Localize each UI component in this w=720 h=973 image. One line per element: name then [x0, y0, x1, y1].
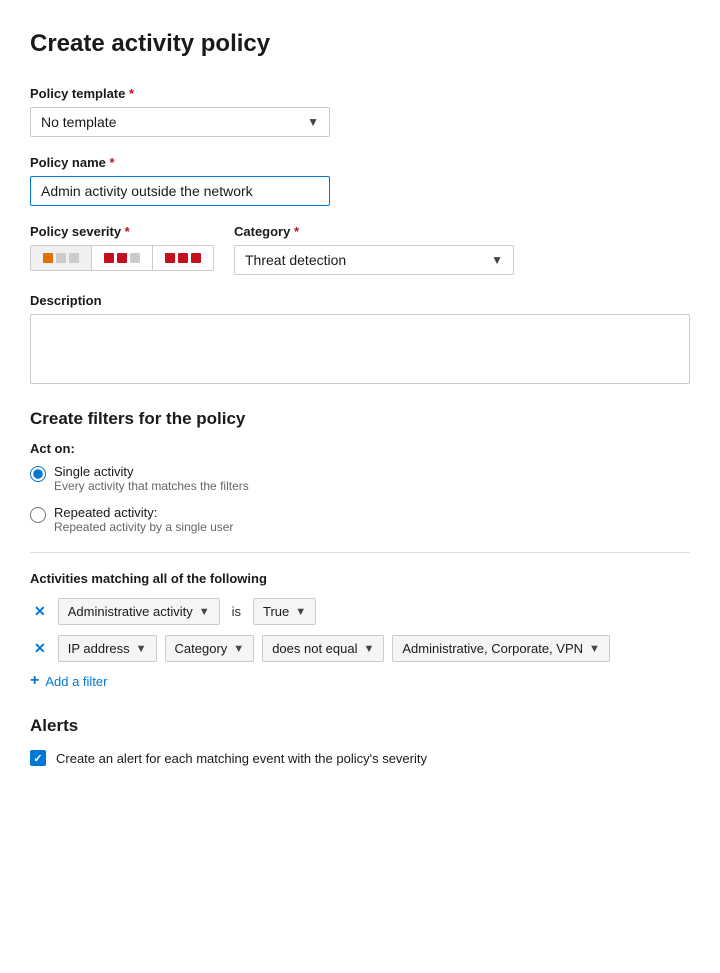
chevron-down-icon: ▼ — [307, 115, 319, 129]
ip-address-dropdown[interactable]: IP address ▼ — [58, 635, 157, 662]
repeated-activity-label: Repeated activity: — [54, 505, 233, 520]
matching-title: Activities matching all of the following — [30, 571, 690, 586]
policy-name-section: Policy name — [30, 155, 690, 206]
remove-filter-2-button[interactable]: ✕ — [30, 638, 50, 659]
policy-template-value: No template — [41, 114, 116, 130]
filter1-operator: is — [228, 599, 245, 624]
filters-title: Create filters for the policy — [30, 409, 690, 429]
chevron-down-icon: ▼ — [136, 643, 147, 655]
repeated-activity-radio[interactable] — [30, 507, 46, 523]
description-label: Description — [30, 293, 690, 308]
chevron-down-icon: ▼ — [363, 643, 374, 655]
chevron-down-icon: ▼ — [233, 643, 244, 655]
filter-row-1: ✕ Administrative activity ▼ is True ▼ — [30, 598, 690, 625]
page-title: Create activity policy — [30, 30, 690, 58]
category-filter-dropdown[interactable]: Category ▼ — [165, 635, 255, 662]
policy-template-dropdown[interactable]: No template ▼ — [30, 107, 330, 137]
category-label: Category — [234, 224, 514, 239]
filter2-value-label: Administrative, Corporate, VPN — [402, 641, 583, 656]
divider — [30, 552, 690, 553]
alerts-title: Alerts — [30, 716, 690, 736]
description-textarea[interactable] — [30, 314, 690, 384]
filter2-field2-label: Category — [175, 641, 228, 656]
severity-dot-8 — [178, 253, 188, 263]
repeated-activity-sublabel: Repeated activity by a single user — [54, 520, 233, 534]
category-value: Threat detection — [245, 252, 346, 268]
description-section: Description — [30, 293, 690, 387]
filter2-field1-label: IP address — [68, 641, 130, 656]
plus-icon: + — [30, 672, 39, 690]
severity-group — [30, 245, 214, 271]
remove-filter-1-button[interactable]: ✕ — [30, 601, 50, 622]
add-filter-label: Add a filter — [45, 674, 107, 689]
severity-dot-6 — [130, 253, 140, 263]
severity-low-button[interactable] — [31, 246, 92, 270]
chevron-down-icon: ▼ — [199, 606, 210, 618]
severity-label: Policy severity — [30, 224, 214, 239]
severity-dot-7 — [165, 253, 175, 263]
filter-row-2: ✕ IP address ▼ Category ▼ does not equal… — [30, 635, 690, 662]
filter2-value-dropdown[interactable]: Administrative, Corporate, VPN ▼ — [392, 635, 610, 662]
chevron-down-icon: ▼ — [295, 606, 306, 618]
severity-dot-3 — [69, 253, 79, 263]
severity-dot-1 — [43, 253, 53, 263]
does-not-equal-dropdown[interactable]: does not equal ▼ — [262, 635, 384, 662]
policy-name-label: Policy name — [30, 155, 690, 170]
add-filter-button[interactable]: + Add a filter — [30, 672, 690, 690]
matching-section: Activities matching all of the following… — [30, 571, 690, 690]
severity-dot-4 — [104, 253, 114, 263]
filter1-value-label: True — [263, 604, 289, 619]
alert-checkbox-label: Create an alert for each matching event … — [56, 751, 427, 766]
policy-template-section: Policy template No template ▼ — [30, 86, 690, 137]
category-dropdown[interactable]: Threat detection ▼ — [234, 245, 514, 275]
act-on-label: Act on: — [30, 441, 690, 456]
single-activity-sublabel: Every activity that matches the filters — [54, 479, 249, 493]
severity-dot-9 — [191, 253, 201, 263]
policy-template-label: Policy template — [30, 86, 690, 101]
severity-dot-2 — [56, 253, 66, 263]
single-activity-option[interactable]: Single activity Every activity that matc… — [30, 464, 690, 493]
single-activity-radio[interactable] — [30, 466, 46, 482]
alerts-section: Alerts Create an alert for each matching… — [30, 716, 690, 766]
chevron-down-icon: ▼ — [589, 643, 600, 655]
severity-category-row: Policy severity Category Threat detectio… — [30, 224, 690, 275]
category-section: Category Threat detection ▼ — [234, 224, 514, 275]
single-activity-label: Single activity — [54, 464, 249, 479]
filter2-operator-label: does not equal — [272, 641, 357, 656]
repeated-activity-option[interactable]: Repeated activity: Repeated activity by … — [30, 505, 690, 534]
chevron-down-icon: ▼ — [491, 253, 503, 267]
policy-name-input[interactable] — [30, 176, 330, 206]
severity-dot-5 — [117, 253, 127, 263]
alert-checkbox[interactable] — [30, 750, 46, 766]
severity-section: Policy severity — [30, 224, 214, 271]
severity-high-button[interactable] — [153, 246, 213, 270]
filter1-value-dropdown[interactable]: True ▼ — [253, 598, 316, 625]
filters-section: Create filters for the policy Act on: Si… — [30, 409, 690, 534]
alert-checkbox-row: Create an alert for each matching event … — [30, 750, 690, 766]
severity-medium-button[interactable] — [92, 246, 153, 270]
administrative-activity-dropdown[interactable]: Administrative activity ▼ — [58, 598, 220, 625]
filter1-field-label: Administrative activity — [68, 604, 193, 619]
